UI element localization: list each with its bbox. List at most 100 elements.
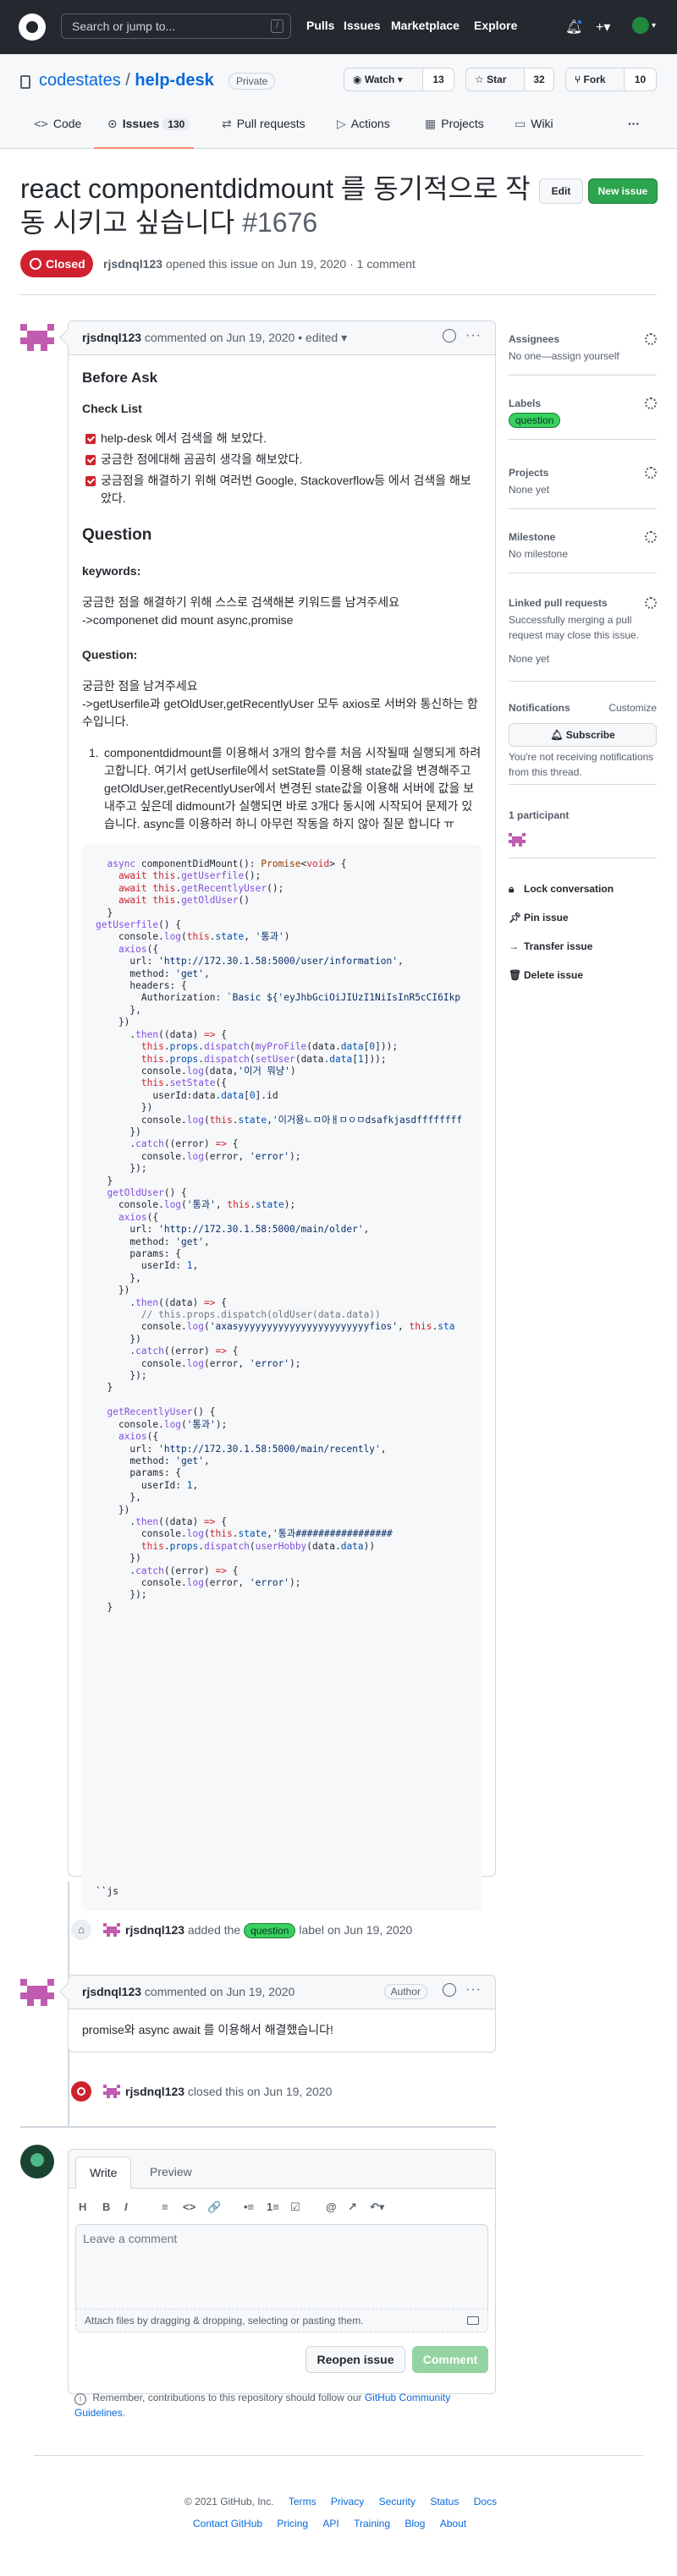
kebab-horizontal-icon[interactable]: ··· bbox=[465, 328, 482, 343]
current-user-avatar[interactable] bbox=[20, 2145, 54, 2179]
transfer-issue-action[interactable]: → Transfer issue bbox=[509, 940, 592, 952]
quote-icon[interactable]: ≡ bbox=[162, 2201, 168, 2213]
comment-meta[interactable]: commented on Jun 19, 2020 • edited ▾ bbox=[145, 331, 347, 344]
gear-icon[interactable] bbox=[645, 531, 657, 543]
search-input[interactable]: Search or jump to... / bbox=[61, 14, 291, 39]
pin-issue-action[interactable]: 📌︎ Pin issue bbox=[509, 912, 569, 924]
sidebar-labels[interactable]: Labels question bbox=[509, 397, 657, 440]
tab-preview[interactable]: Preview bbox=[136, 2157, 206, 2189]
footer-link-pricing[interactable]: Pricing bbox=[277, 2518, 308, 2529]
ordered-list-icon[interactable]: 1≡ bbox=[267, 2201, 279, 2213]
comment-button[interactable]: Comment bbox=[412, 2346, 488, 2373]
task-list-icon[interactable]: ☑ bbox=[290, 2201, 300, 2214]
chevron-down-icon[interactable]: ▾ bbox=[652, 21, 656, 30]
subscribe-button[interactable]: 🔔︎ Subscribe bbox=[509, 723, 657, 747]
smiley-icon[interactable] bbox=[443, 1983, 456, 1997]
git-pull-request-icon: ⇄ bbox=[222, 117, 232, 130]
question-label-pill[interactable]: question bbox=[509, 413, 561, 428]
list-item-text: componentdidmount를 이용해서 3개의 함수를 처음 시작될때 … bbox=[104, 746, 482, 830]
star-count[interactable]: 32 bbox=[524, 68, 554, 91]
gear-icon[interactable] bbox=[645, 597, 657, 609]
repo-name-link[interactable]: help-desk bbox=[135, 71, 213, 90]
cross-reference-icon[interactable]: ↗ bbox=[348, 2201, 357, 2214]
sidebar-projects[interactable]: Projects None yet bbox=[509, 467, 657, 509]
footer-link-training[interactable]: Training bbox=[354, 2518, 390, 2529]
unordered-list-icon[interactable]: •≡ bbox=[244, 2201, 254, 2213]
edit-title-button[interactable]: Edit bbox=[539, 178, 583, 204]
star-button[interactable]: ☆ Star bbox=[465, 68, 525, 91]
participant-avatar[interactable] bbox=[509, 831, 526, 848]
nav-pulls[interactable]: Pulls bbox=[306, 19, 334, 32]
search-placeholder: Search or jump to... bbox=[72, 19, 176, 33]
fork-button[interactable]: ⑂ Fork bbox=[565, 68, 625, 91]
reply-icon[interactable]: ↶▾ bbox=[370, 2201, 384, 2214]
tab-actions[interactable]: ▷ Actions bbox=[337, 117, 390, 131]
tab-wiki[interactable]: ▭ Wiki bbox=[515, 117, 553, 131]
heading-icon[interactable]: H bbox=[79, 2201, 86, 2213]
watch-count[interactable]: 13 bbox=[422, 68, 454, 91]
watch-button[interactable]: ◉ Watch ▾ bbox=[344, 68, 423, 91]
assignees-value[interactable]: No one—assign yourself bbox=[509, 348, 657, 364]
issue-author[interactable]: rjsdnql123 bbox=[103, 257, 162, 271]
footer-link-contact[interactable]: Contact GitHub bbox=[193, 2518, 262, 2529]
code-icon[interactable]: <> bbox=[183, 2201, 195, 2213]
comment-meta[interactable]: commented on Jun 19, 2020 bbox=[145, 1985, 294, 1998]
footer-link-terms[interactable]: Terms bbox=[289, 2496, 316, 2507]
fork-count[interactable]: 10 bbox=[624, 68, 657, 91]
github-logo-icon[interactable] bbox=[19, 14, 46, 41]
sidebar-milestone[interactable]: Milestone No milestone bbox=[509, 531, 657, 573]
tab-pull-requests[interactable]: ⇄ Pull requests bbox=[222, 117, 305, 131]
event-author-avatar[interactable] bbox=[103, 1921, 120, 1938]
event-author[interactable]: rjsdnql123 bbox=[125, 1923, 184, 1937]
nav-issues[interactable]: Issues bbox=[344, 19, 381, 32]
gear-icon[interactable] bbox=[645, 333, 657, 345]
delete-label: Delete issue bbox=[524, 969, 584, 981]
event-author[interactable]: rjsdnql123 bbox=[125, 2085, 184, 2098]
link-icon[interactable]: 🔗 bbox=[207, 2201, 221, 2214]
gear-icon[interactable] bbox=[645, 467, 657, 479]
repo-owner-link[interactable]: codestates bbox=[39, 71, 121, 90]
tab-write[interactable]: Write bbox=[75, 2157, 132, 2189]
reopen-issue-button[interactable]: Reopen issue bbox=[305, 2346, 405, 2373]
footer-link-status[interactable]: Status bbox=[430, 2496, 459, 2507]
footer-link-docs[interactable]: Docs bbox=[474, 2496, 497, 2507]
footer-link-security[interactable]: Security bbox=[379, 2496, 416, 2507]
footer-link-api[interactable]: API bbox=[322, 2518, 338, 2529]
footer-link-about[interactable]: About bbox=[440, 2518, 466, 2529]
delete-issue-action[interactable]: 🗑︎ Delete issue bbox=[509, 969, 583, 981]
tab-code[interactable]: <> Code bbox=[34, 117, 81, 131]
reminder-text: Remember, contributions to this reposito… bbox=[92, 2392, 362, 2403]
comment-textarea[interactable]: Leave a comment bbox=[75, 2224, 488, 2309]
gear-icon[interactable] bbox=[645, 397, 657, 409]
tab-projects[interactable]: ▦ Projects bbox=[425, 117, 484, 131]
footer-link-blog[interactable]: Blog bbox=[405, 2518, 425, 2529]
tab-issues[interactable]: ⊙ Issues 130 bbox=[107, 117, 190, 131]
unread-dot-icon bbox=[576, 19, 583, 25]
markdown-icon[interactable] bbox=[467, 2316, 479, 2325]
question-label-pill[interactable]: question bbox=[244, 1923, 296, 1938]
mention-icon[interactable]: @ bbox=[326, 2201, 337, 2213]
italic-icon[interactable]: I bbox=[124, 2201, 128, 2213]
user-avatar[interactable] bbox=[632, 17, 649, 34]
nav-explore[interactable]: Explore bbox=[474, 19, 517, 32]
smiley-icon[interactable] bbox=[443, 329, 456, 343]
author-avatar[interactable] bbox=[20, 321, 54, 354]
comment-author[interactable]: rjsdnql123 bbox=[82, 331, 141, 344]
new-issue-button[interactable]: New issue bbox=[588, 178, 658, 204]
attach-files-area[interactable]: Attach files by dragging & dropping, sel… bbox=[75, 2309, 488, 2332]
lock-conversation-action[interactable]: 🔒︎ Lock conversation bbox=[509, 883, 614, 896]
assignees-heading: Assignees bbox=[509, 333, 560, 345]
bold-icon[interactable]: B bbox=[102, 2201, 110, 2213]
footer-link-privacy[interactable]: Privacy bbox=[331, 2496, 364, 2507]
event-author-avatar[interactable] bbox=[103, 2083, 120, 2100]
plus-dropdown-icon[interactable]: +▾ bbox=[596, 19, 610, 36]
projects-value: None yet bbox=[509, 484, 550, 496]
more-tabs-icon[interactable]: ··· bbox=[628, 117, 640, 130]
kebab-horizontal-icon[interactable]: ··· bbox=[465, 1982, 482, 1998]
sidebar-linked-prs[interactable]: Linked pull requests Successfully mergin… bbox=[509, 597, 657, 682]
customize-link[interactable]: Customize bbox=[608, 702, 657, 714]
sidebar-assignees[interactable]: Assignees No one—assign yourself bbox=[509, 333, 657, 375]
author-avatar[interactable] bbox=[20, 1976, 54, 2009]
nav-marketplace[interactable]: Marketplace bbox=[391, 19, 460, 32]
comment-author[interactable]: rjsdnql123 bbox=[82, 1985, 141, 1998]
